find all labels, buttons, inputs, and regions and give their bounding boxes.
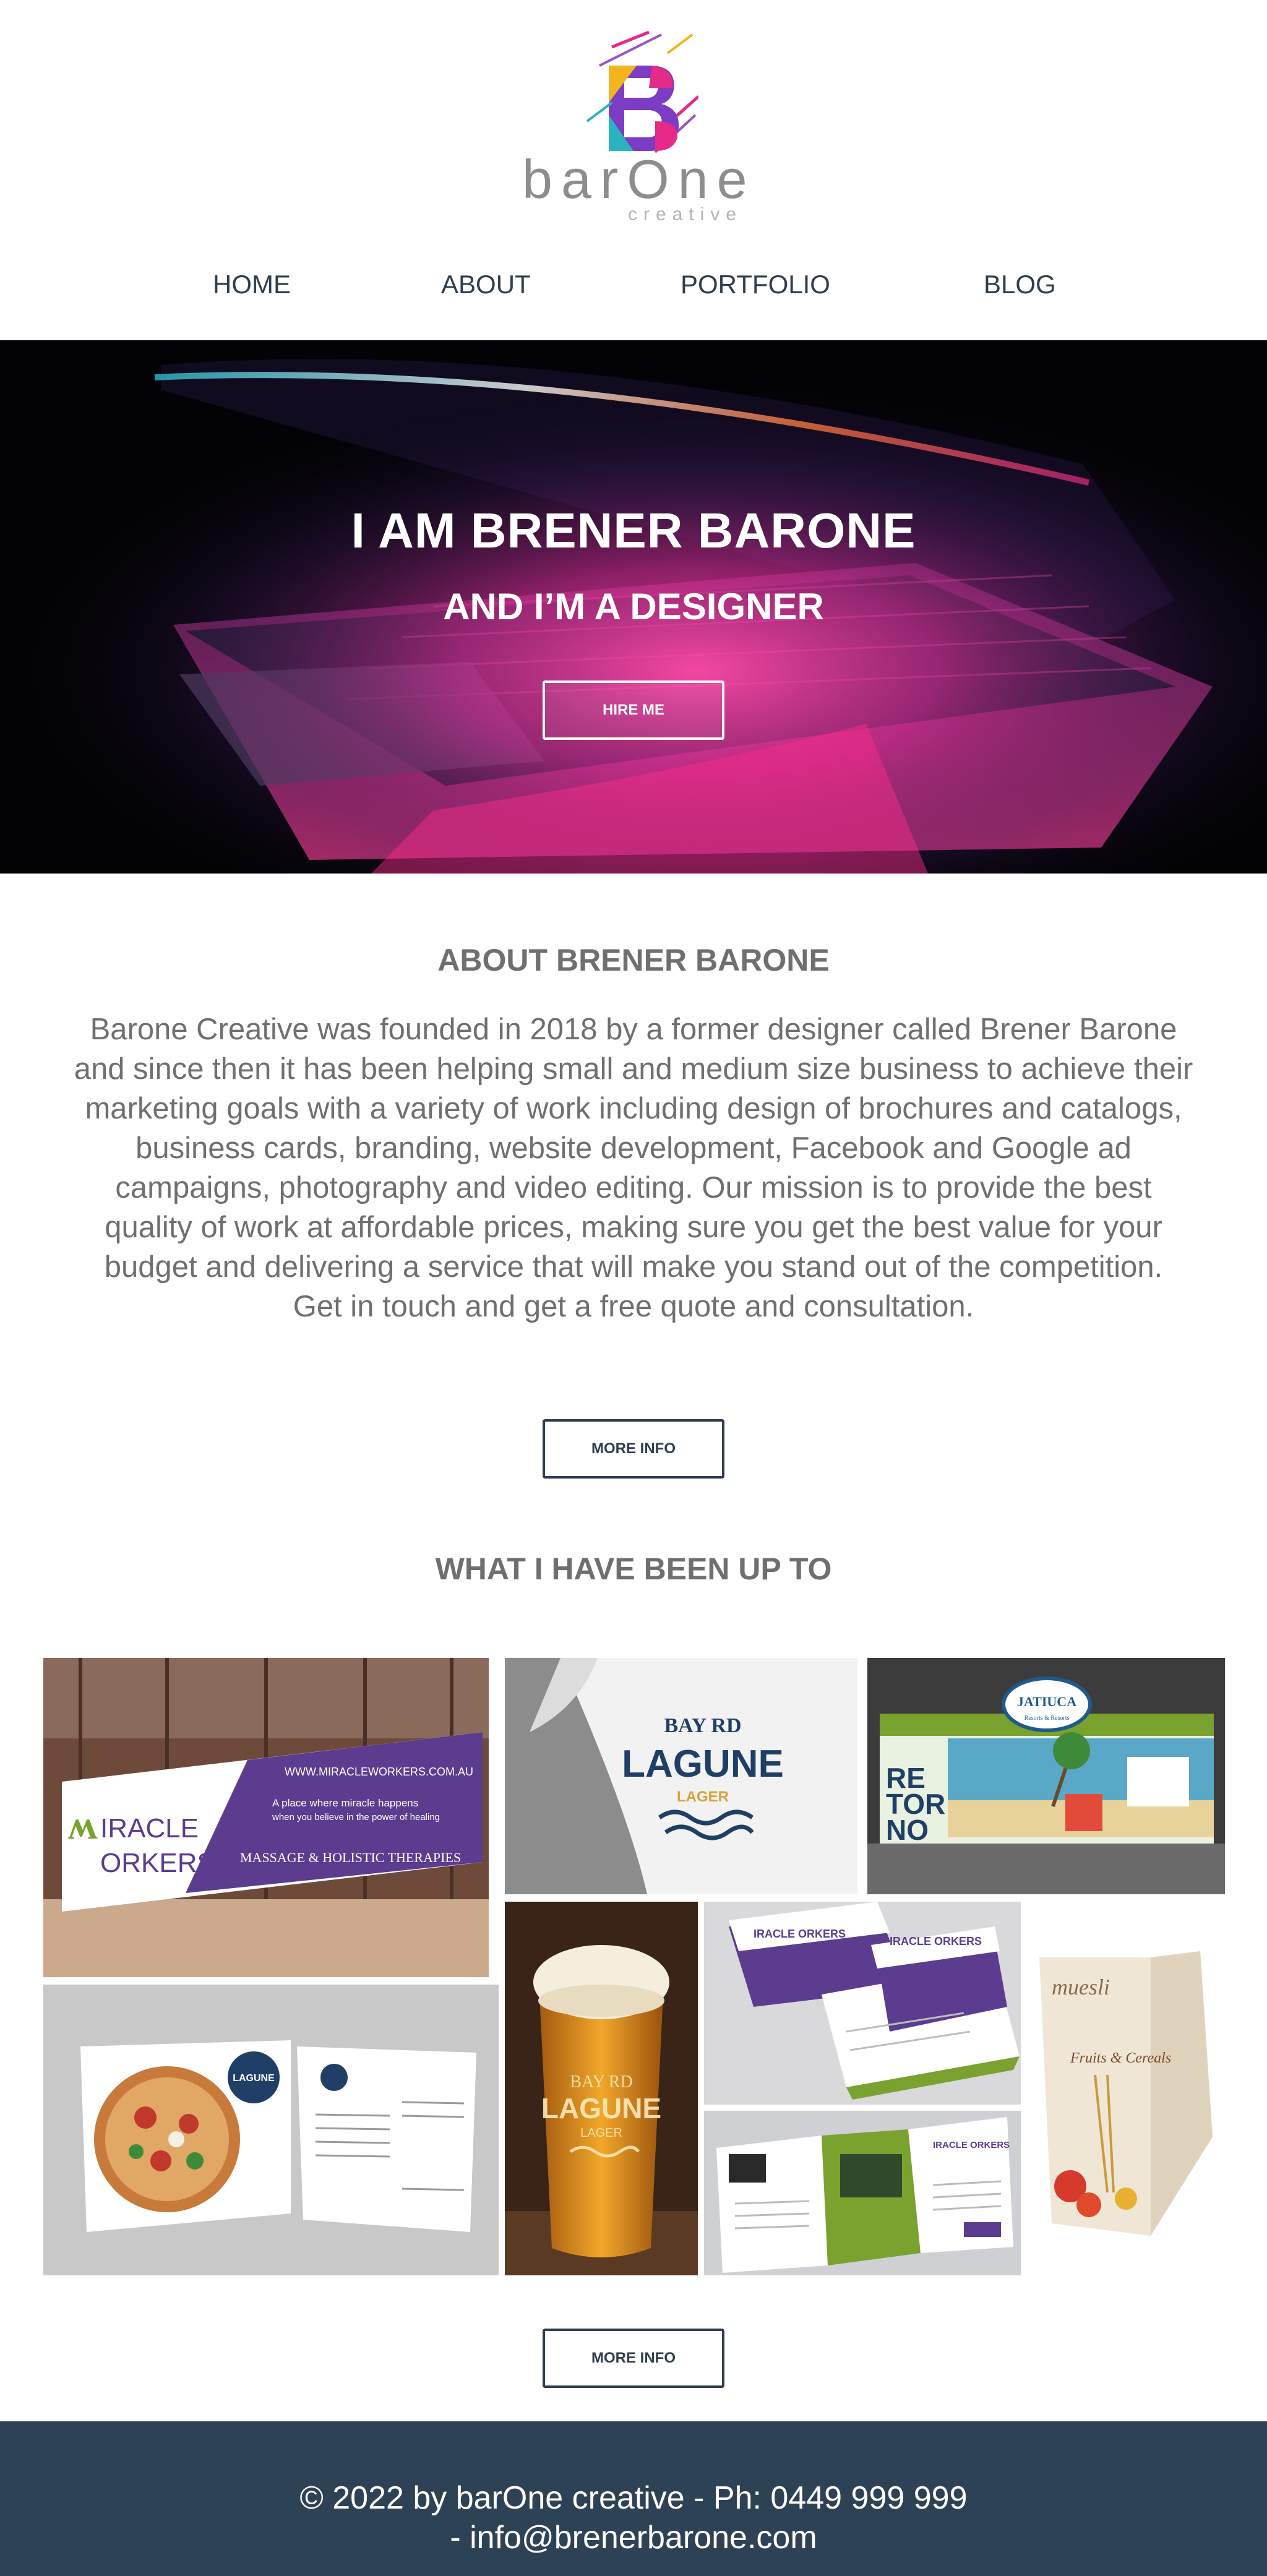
- booth-letters-3: NO: [886, 1814, 929, 1846]
- cards-brand: IRACLE ORKERS: [754, 1928, 846, 1940]
- portfolio-tile-beer[interactable]: BAY RD LAGUNE LAGER: [505, 1902, 698, 2275]
- business-cards-image: IRACLE ORKERS IRACLE ORKERS: [704, 1902, 1021, 2105]
- lagune-logo-top: BAY RD: [664, 1714, 741, 1737]
- lagune-logo-sub: LAGER: [677, 1788, 729, 1805]
- beer-glass-image: BAY RD LAGUNE LAGER: [505, 1902, 698, 2275]
- about-paragraph: Barone Creative was founded in 2018 by a…: [74, 1013, 1193, 1284]
- signage-brand-line1: IRACLE: [100, 1813, 199, 1844]
- booth-banner-sub: Resorts & Resorts: [1024, 1715, 1070, 1722]
- exhibition-booth-image: JATIUCA Resorts & Resorts RE TOR NO: [867, 1658, 1225, 1894]
- pizza-menu-image: LAGUNE: [43, 1985, 499, 2275]
- booth-banner: JATIUCA: [1017, 1694, 1076, 1709]
- brand-logo[interactable]: barOne creative: [522, 28, 756, 226]
- about-more-info-button[interactable]: MORE INFO: [543, 1419, 724, 1479]
- signage-service: MASSAGE & HOLISTIC THERAPIES: [240, 1850, 461, 1865]
- signage-brand-line2: ORKERS: [100, 1848, 215, 1878]
- hero-subtitle: AND I’M A DESIGNER: [443, 586, 824, 627]
- brochure-brand: IRACLE ORKERS: [933, 2140, 1010, 2150]
- nav-item-blog[interactable]: BLOG: [984, 267, 1056, 302]
- cereal-box-image: muesli Fruits & Cereals: [1027, 1902, 1225, 2275]
- cereal-brand: muesli: [1052, 1975, 1110, 1999]
- beer-logo-sub: LAGER: [580, 2126, 622, 2140]
- portfolio-tile-exhibition-booth[interactable]: JATIUCA Resorts & Resorts RE TOR NO: [867, 1658, 1225, 1894]
- nav-item-home[interactable]: HOME: [213, 267, 291, 302]
- barone-logo-mark-icon: [586, 30, 698, 153]
- nav-item-portfolio[interactable]: PORTFOLIO: [681, 267, 830, 302]
- bay-rd-lagune-logo-image: BAY RD LAGUNE LAGER: [505, 1658, 857, 1894]
- footer-line-2: - info@brenerbarone.com: [450, 2520, 817, 2556]
- signage-tagline-1: A place where miracle happens: [272, 1797, 418, 1809]
- lagune-logo-name: LAGUNE: [622, 1743, 784, 1785]
- shopfront-signage-image: ʍ IRACLE ORKERS WWW.MIRACLEWORKERS.COM.A…: [43, 1658, 489, 1977]
- about-cta-line: Get in touch and get a free quote and co…: [293, 1290, 974, 1323]
- hero-banner: I AM BRENER BARONE AND I’M A DESIGNER HI…: [0, 340, 1267, 874]
- about-description: Barone Creative was founded in 2018 by a…: [68, 1010, 1199, 1326]
- pizza-menu-logo: LAGUNE: [233, 2073, 275, 2084]
- portfolio-tile-lagune-logo[interactable]: BAY RD LAGUNE LAGER: [505, 1658, 857, 1894]
- portfolio-tile-signage[interactable]: ʍ IRACLE ORKERS WWW.MIRACLEWORKERS.COM.A…: [43, 1658, 489, 1977]
- site-footer: © 2022 by barOne creative - Ph: 0449 999…: [0, 2421, 1267, 2576]
- brand-name: barOne: [522, 148, 756, 210]
- hero-title: I AM BRENER BARONE: [351, 503, 916, 558]
- hire-me-button[interactable]: HIRE ME: [543, 680, 724, 740]
- portfolio-tile-business-cards[interactable]: IRACLE ORKERS IRACLE ORKERS: [704, 1902, 1021, 2105]
- beer-logo-top: BAY RD: [570, 2072, 632, 2092]
- brand-tagline: creative: [627, 204, 742, 225]
- nav-item-about[interactable]: ABOUT: [441, 267, 531, 302]
- cards-brand-2: IRACLE ORKERS: [890, 1935, 982, 1947]
- beer-logo-name: LAGUNE: [541, 2092, 661, 2124]
- cereal-flavor: Fruits & Cereals: [1070, 2050, 1171, 2066]
- footer-line-1: © 2022 by barOne creative - Ph: 0449 999…: [299, 2480, 968, 2516]
- portfolio-tile-brochure[interactable]: IRACLE ORKERS: [704, 2111, 1021, 2275]
- portfolio-more-info-button[interactable]: MORE INFO: [543, 2329, 724, 2388]
- portfolio-title: WHAT I HAVE BEEN UP TO: [435, 1552, 832, 1586]
- trifold-brochure-image: IRACLE ORKERS: [704, 2111, 1021, 2275]
- about-title: ABOUT BRENER BARONE: [437, 943, 830, 977]
- svg-text:ʍ: ʍ: [68, 1803, 98, 1848]
- portfolio-tile-cereal-box[interactable]: muesli Fruits & Cereals: [1027, 1902, 1225, 2275]
- signage-url: WWW.MIRACLEWORKERS.COM.AU: [285, 1766, 473, 1778]
- footer-contact: © 2022 by barOne creative - Ph: 0449 999…: [0, 2478, 1267, 2557]
- portfolio-tile-pizza-menu[interactable]: LAGUNE: [43, 1985, 499, 2275]
- signage-tagline-2: when you believe in the power of healing: [272, 1812, 440, 1823]
